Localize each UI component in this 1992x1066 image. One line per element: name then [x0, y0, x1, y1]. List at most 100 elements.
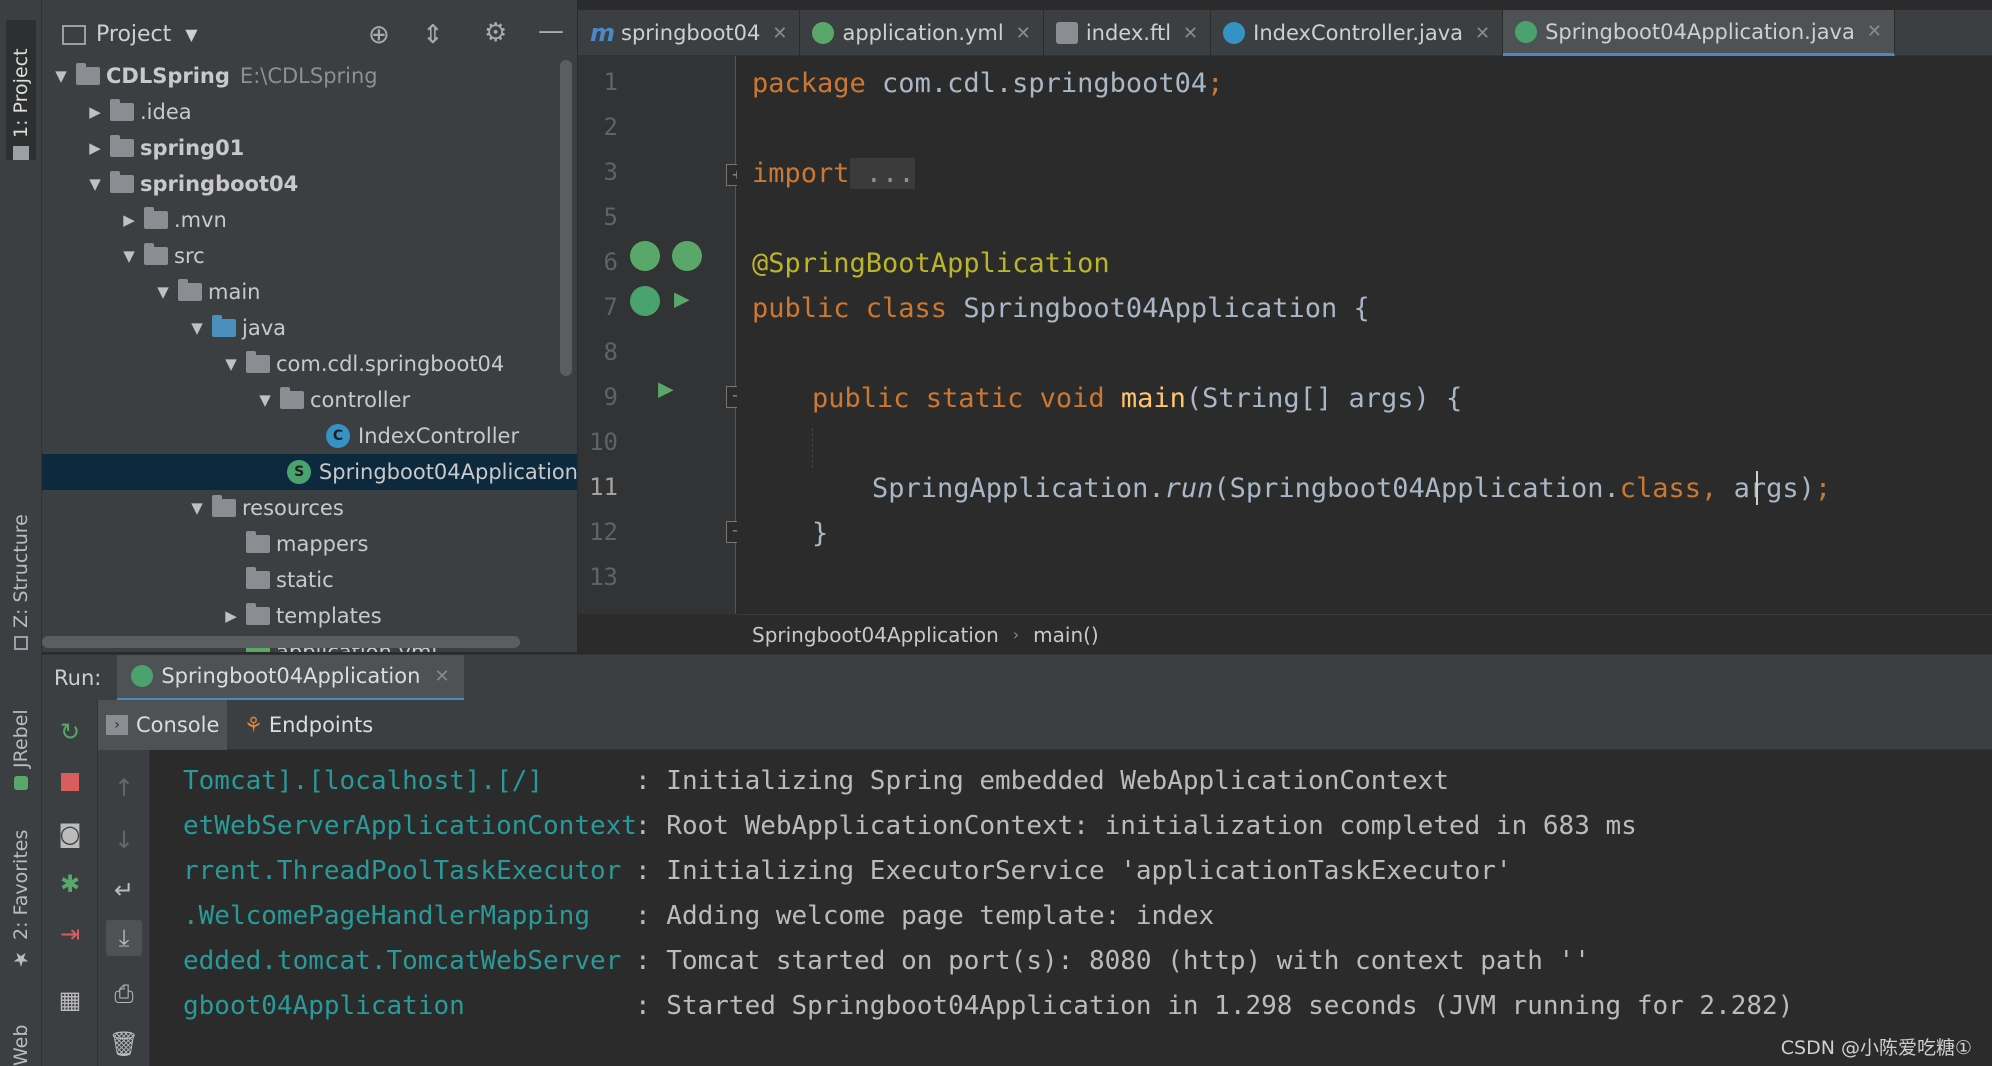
- close-icon[interactable]: ✕: [1475, 23, 1490, 44]
- project-view-selector[interactable]: Project ▼: [62, 22, 198, 47]
- folder-icon: [144, 207, 168, 229]
- tree-item-static[interactable]: static: [42, 562, 577, 598]
- web-tool-tab[interactable]: Web: [6, 1000, 36, 1066]
- code-editor[interactable]: package com.cdl.springboot04; import ...…: [737, 56, 1992, 614]
- scroll-to-end-icon[interactable]: ⤓: [106, 920, 142, 956]
- tree-item-main[interactable]: ▼ main: [42, 274, 577, 310]
- run-gutter-icon[interactable]: ▶: [658, 374, 674, 404]
- spring-boot-class-icon: [1515, 20, 1538, 43]
- tab-console[interactable]: › Console: [98, 700, 228, 750]
- folder-icon: [246, 531, 270, 553]
- yml-file-icon: [812, 22, 835, 44]
- expand-triangle-icon[interactable]: ▼: [186, 499, 208, 517]
- run-config-tab[interactable]: Springboot04Application ✕: [117, 654, 464, 701]
- line-number: 1: [603, 68, 618, 96]
- favorites-tool-tab[interactable]: ★ 2: Favorites: [6, 825, 36, 970]
- folder-icon: [144, 243, 168, 265]
- bug-icon[interactable]: ✱: [52, 866, 88, 902]
- breadcrumb-method[interactable]: main(): [1033, 623, 1099, 647]
- code-line-6: @SpringBootApplication: [752, 248, 1110, 279]
- expand-triangle-icon[interactable]: ▼: [220, 355, 242, 373]
- tree-item-mvn[interactable]: ▶ .mvn: [42, 202, 577, 238]
- close-icon[interactable]: ✕: [772, 23, 787, 44]
- project-tool-tab[interactable]: 1: Project: [6, 20, 36, 160]
- tree-item-indexcontroller[interactable]: C IndexController: [42, 418, 577, 454]
- hide-panel-icon[interactable]: —: [538, 16, 564, 46]
- jrebel-tool-tab[interactable]: JRebel: [6, 690, 36, 790]
- stop-icon[interactable]: [52, 764, 88, 800]
- tree-item-mappers[interactable]: mappers: [42, 526, 577, 562]
- folded-imports[interactable]: ...: [849, 158, 915, 189]
- class-icon: C: [326, 424, 350, 448]
- resources-folder-icon: [212, 495, 236, 517]
- run-label: Run:: [54, 665, 102, 690]
- package-icon: [246, 351, 270, 373]
- tree-item-java[interactable]: ▼ java: [42, 310, 577, 346]
- tree-item-resources[interactable]: ▼ resources: [42, 490, 577, 526]
- expand-triangle-icon[interactable]: ▼: [186, 319, 208, 337]
- layout-icon[interactable]: ▦: [52, 982, 88, 1018]
- camera-icon[interactable]: ◙: [52, 816, 88, 852]
- tree-item-package[interactable]: ▼ com.cdl.springboot04: [42, 346, 577, 382]
- bean-navigation-icon[interactable]: [630, 241, 660, 271]
- locate-file-icon[interactable]: ⊕: [368, 20, 390, 50]
- print-icon[interactable]: ⎙: [106, 976, 142, 1012]
- collapse-triangle-icon[interactable]: ▶: [84, 139, 106, 157]
- line-number: 12: [589, 518, 618, 546]
- tree-item-springboot04[interactable]: ▼ springboot04: [42, 166, 577, 202]
- expand-triangle-icon[interactable]: ▼: [118, 247, 140, 265]
- tab-springboot04application-java[interactable]: Springboot04Application.java ✕: [1503, 10, 1895, 56]
- run-gutter-icon[interactable]: ▶: [674, 284, 690, 314]
- gear-icon[interactable]: ⚙: [484, 18, 507, 48]
- arrow-up-icon[interactable]: ↑: [106, 770, 142, 806]
- structure-tool-tab[interactable]: Z: Structure: [6, 500, 36, 650]
- arrow-down-icon[interactable]: ↓: [106, 822, 142, 858]
- expand-triangle-icon[interactable]: ▼: [50, 67, 72, 85]
- close-icon[interactable]: ✕: [1016, 23, 1031, 44]
- tab-indexcontroller-java[interactable]: IndexController.java ✕: [1211, 10, 1504, 56]
- tree-item-controller[interactable]: ▼ controller: [42, 382, 577, 418]
- project-panel: Project ▼ ⊕ ⇕ ⚙ — ▼ CDLSpring E:\CDLSpri…: [42, 0, 578, 652]
- indent-guide: [812, 428, 813, 468]
- log-line: gboot04Application: Started Springboot04…: [183, 991, 1794, 1021]
- tree-horizontal-scrollbar[interactable]: [42, 636, 520, 648]
- close-icon[interactable]: ✕: [434, 666, 449, 687]
- tree-item-src[interactable]: ▼ src: [42, 238, 577, 274]
- spring-config-icon[interactable]: [672, 241, 702, 271]
- close-icon[interactable]: ✕: [1183, 23, 1198, 44]
- exit-icon[interactable]: ⇥: [52, 916, 88, 952]
- soft-wrap-icon[interactable]: ↵: [106, 872, 142, 908]
- tab-endpoints[interactable]: ⚘ Endpoints: [236, 700, 381, 750]
- collapse-triangle-icon[interactable]: ▶: [220, 607, 242, 625]
- line-number: 5: [603, 203, 618, 231]
- collapse-triangle-icon[interactable]: ▶: [118, 211, 140, 229]
- tree-vertical-scrollbar[interactable]: [560, 60, 572, 376]
- endpoints-icon: ⚘: [244, 713, 263, 737]
- spring-boot-gutter-icon[interactable]: [630, 286, 660, 316]
- code-line-11: SpringApplication.run(Springboot04Applic…: [872, 473, 1832, 504]
- line-number: 3: [603, 158, 618, 186]
- watermark: CSDN @小陈爱吃糖①: [1780, 1037, 1972, 1059]
- collapse-triangle-icon[interactable]: ▶: [84, 103, 106, 121]
- expand-triangle-icon[interactable]: ▼: [254, 391, 276, 409]
- rerun-icon[interactable]: ↻: [52, 714, 88, 750]
- close-icon[interactable]: ✕: [1867, 21, 1882, 42]
- tree-item-idea[interactable]: ▶ .idea: [42, 94, 577, 130]
- console-toolbar: ↑ ↓ ↵ ⤓ ⎙ 🗑: [98, 750, 150, 1066]
- tree-item-spring01[interactable]: ▶ spring01: [42, 130, 577, 166]
- log-line: .WelcomePageHandlerMapping: Adding welco…: [183, 901, 1215, 931]
- tree-item-springboot04application[interactable]: S Springboot04Application: [42, 454, 577, 490]
- trash-icon[interactable]: 🗑: [106, 1026, 142, 1062]
- console-output[interactable]: Tomcat].[localhost].[/]: Initializing Sp…: [151, 750, 1992, 1066]
- code-line-7: public class Springboot04Application {: [752, 293, 1370, 324]
- tab-index-ftl[interactable]: index.ftl ✕: [1044, 10, 1212, 56]
- code-line-12: }: [812, 518, 829, 549]
- breadcrumb-class[interactable]: Springboot04Application: [752, 623, 999, 647]
- tab-application-yml[interactable]: application.yml ✕: [800, 10, 1044, 56]
- tab-springboot04[interactable]: m springboot04 ✕: [578, 10, 801, 56]
- tree-item-templates[interactable]: ▶ templates: [42, 598, 577, 634]
- tree-item-cdlspring[interactable]: ▼ CDLSpring E:\CDLSpring: [42, 58, 577, 94]
- expand-triangle-icon[interactable]: ▼: [152, 283, 174, 301]
- collapse-all-icon[interactable]: ⇕: [422, 20, 444, 50]
- expand-triangle-icon[interactable]: ▼: [84, 175, 106, 193]
